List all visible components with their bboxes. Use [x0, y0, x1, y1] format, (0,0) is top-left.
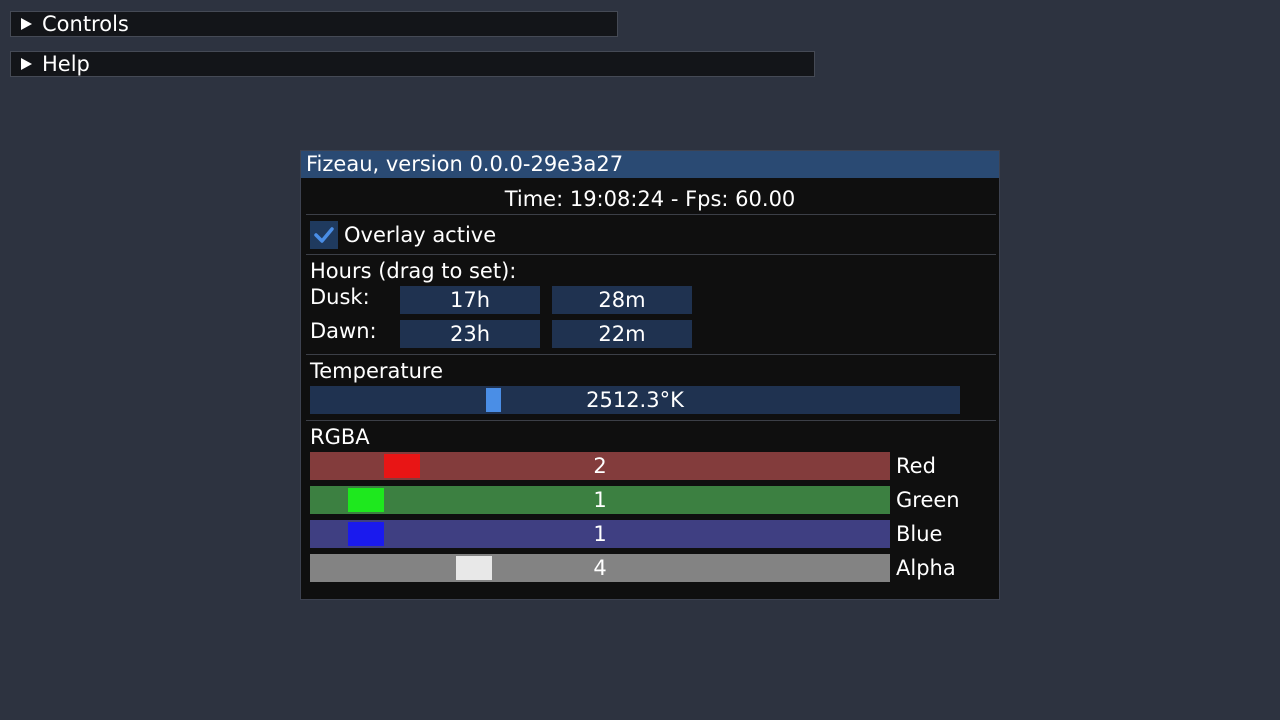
separator — [306, 214, 996, 215]
separator — [306, 254, 996, 255]
window-title-bar[interactable]: Fizeau, version 0.0.0-29e3a27 — [301, 151, 999, 178]
dusk-hours-drag[interactable]: 17h — [400, 286, 540, 314]
controls-header-label: Controls — [42, 12, 129, 36]
blue-slider-handle[interactable] — [348, 522, 384, 546]
separator — [306, 420, 996, 421]
expand-arrow-icon — [21, 18, 32, 30]
green-label: Green — [896, 488, 960, 512]
alpha-value: 4 — [593, 556, 607, 580]
green-value: 1 — [593, 488, 607, 512]
checkmark-icon — [314, 227, 334, 243]
temperature-heading: Temperature — [310, 359, 444, 383]
green-slider-handle[interactable] — [348, 488, 384, 512]
green-slider[interactable]: 1 — [310, 486, 890, 514]
temperature-slider-handle[interactable] — [486, 388, 501, 412]
dawn-hours-drag[interactable]: 23h — [400, 320, 540, 348]
dusk-label: Dusk: — [310, 285, 370, 309]
alpha-slider-handle[interactable] — [456, 556, 492, 580]
blue-slider[interactable]: 1 — [310, 520, 890, 548]
temperature-slider[interactable]: 2512.3°K — [310, 386, 960, 414]
expand-arrow-icon — [21, 58, 32, 70]
separator — [306, 354, 996, 355]
help-header[interactable]: Help — [10, 51, 815, 77]
controls-header[interactable]: Controls — [10, 11, 618, 37]
blue-label: Blue — [896, 522, 943, 546]
red-value: 2 — [593, 454, 607, 478]
window-title: Fizeau, version 0.0.0-29e3a27 — [306, 152, 624, 176]
alpha-label: Alpha — [896, 556, 956, 580]
dawn-minutes-drag[interactable]: 22m — [552, 320, 692, 348]
red-label: Red — [896, 454, 936, 478]
help-header-label: Help — [42, 52, 90, 76]
fizeau-window: Fizeau, version 0.0.0-29e3a27 Time: 19:0… — [300, 150, 1000, 600]
alpha-slider[interactable]: 4 — [310, 554, 890, 582]
overlay-active-label: Overlay active — [344, 223, 497, 247]
dawn-label: Dawn: — [310, 319, 377, 343]
rgba-heading: RGBA — [310, 425, 370, 449]
temperature-value: 2512.3°K — [586, 388, 684, 412]
red-slider-handle[interactable] — [384, 454, 420, 478]
time-fps-readout: Time: 19:08:24 - Fps: 60.00 — [504, 187, 796, 211]
overlay-active-checkbox[interactable] — [310, 221, 338, 249]
red-slider[interactable]: 2 — [310, 452, 890, 480]
blue-value: 1 — [593, 522, 607, 546]
hours-heading: Hours (drag to set): — [310, 259, 517, 283]
dusk-minutes-drag[interactable]: 28m — [552, 286, 692, 314]
